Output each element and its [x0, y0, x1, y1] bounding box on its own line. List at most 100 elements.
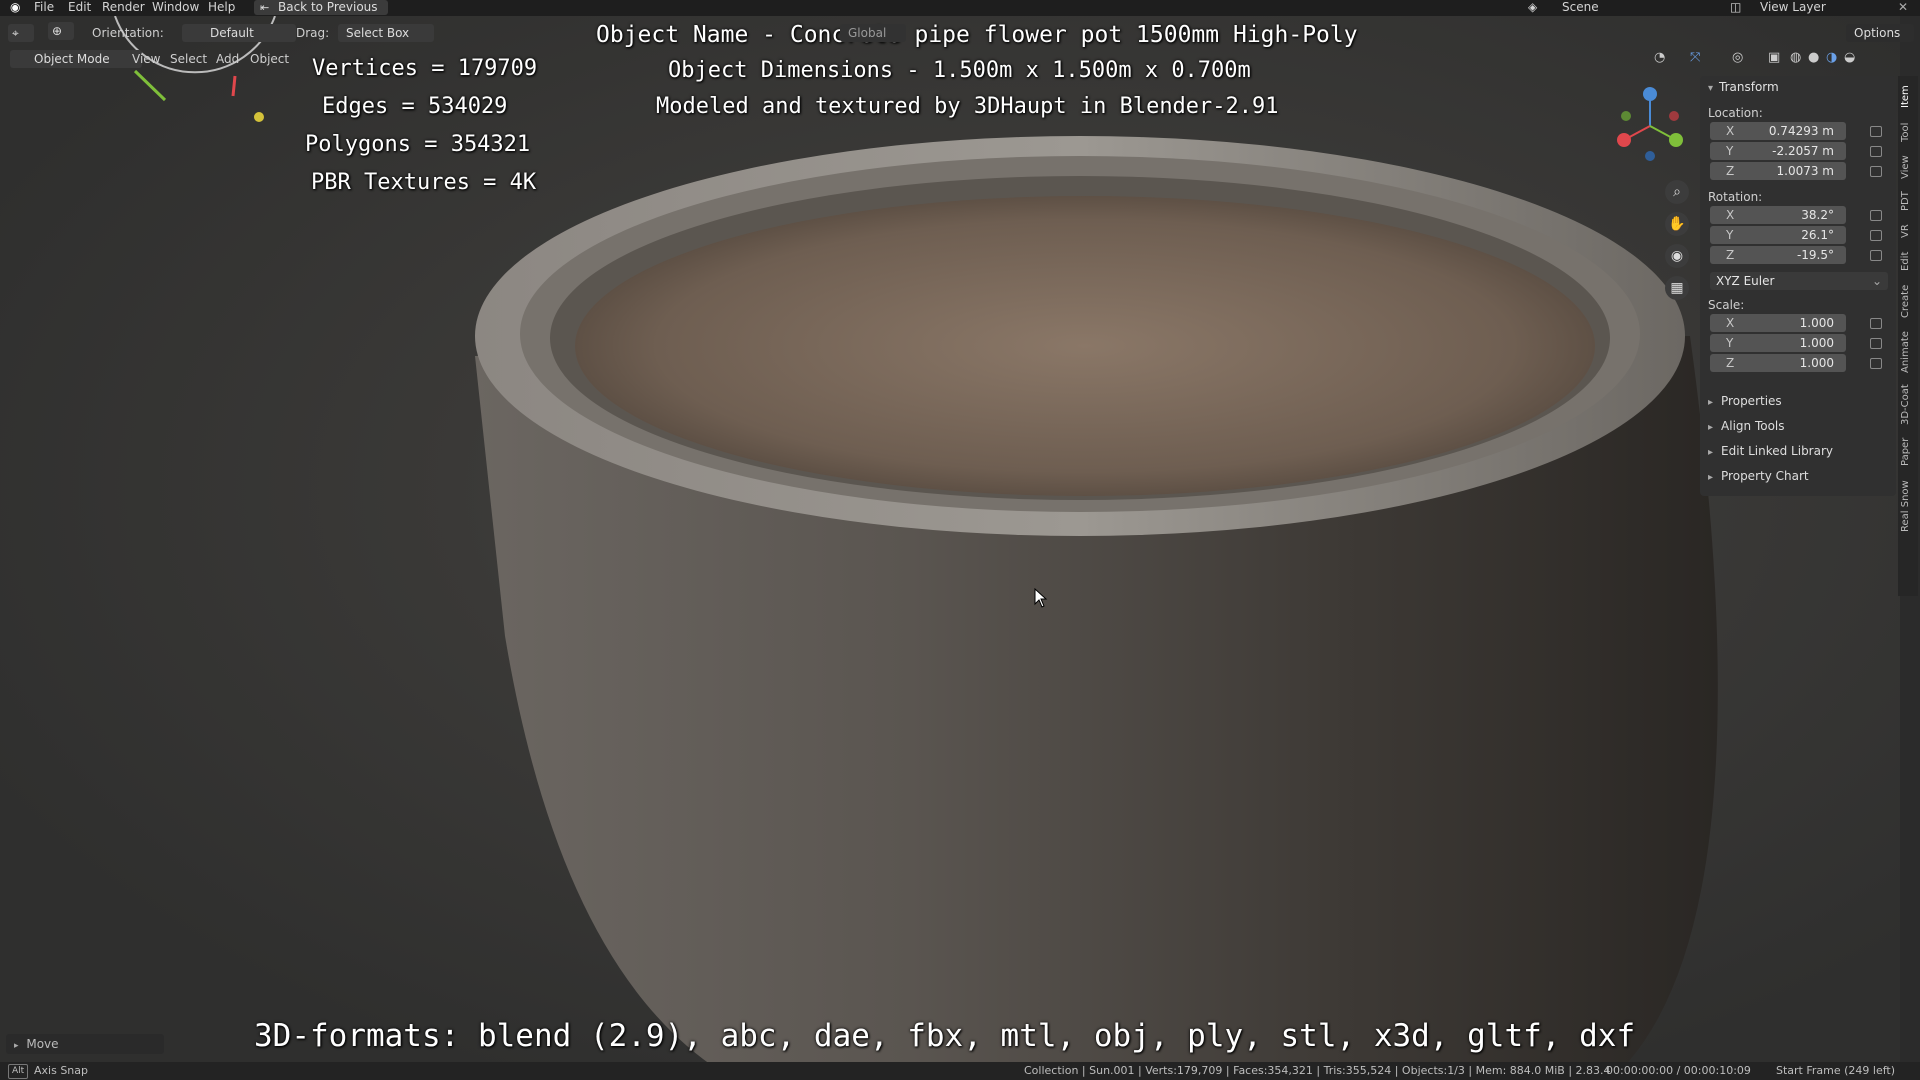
lock-icon[interactable] — [1870, 358, 1882, 369]
chevron-down-icon: ⌄ — [1871, 274, 1882, 288]
rendered-shading-icon[interactable]: ◒ — [1844, 50, 1855, 65]
lock-icon[interactable] — [1870, 210, 1882, 221]
transform-pivot-icon[interactable]: ⊕ — [48, 22, 74, 40]
wireframe-shading-icon[interactable]: ◍ — [1790, 50, 1801, 65]
tab-vr[interactable]: VR — [1900, 220, 1916, 242]
axis-label: Y — [1726, 228, 1734, 242]
axis-label: Z — [1726, 248, 1735, 262]
view-layer-selector[interactable]: View Layer — [1760, 0, 1826, 15]
view-object-types-icon[interactable]: ◔ — [1654, 50, 1665, 65]
zoom-icon[interactable]: ⌕ — [1665, 180, 1689, 204]
scale-z-value: 1.000 — [1799, 356, 1834, 370]
rotation-x-value: 38.2° — [1801, 208, 1834, 222]
rotation-z-value: -19.5° — [1796, 248, 1834, 262]
alt-key-icon: Alt — [8, 1064, 29, 1079]
xray-icon[interactable]: ▣ — [1768, 50, 1780, 65]
gizmo-toggle-icon[interactable]: ⤧ — [1690, 50, 1700, 65]
tab-paper[interactable]: Paper — [1900, 434, 1916, 470]
sidebar-n-panel: ▾ Transform Location: X 0.74293 m Y -2.2057… — [1700, 76, 1896, 496]
textures-stat: PBR Textures = 4K — [311, 170, 537, 195]
3d-viewport[interactable]: Object Name - Concrete pipe flower pot 1… — [0, 16, 1900, 1071]
select-menu[interactable]: Select — [170, 50, 207, 68]
location-y-value: -2.2057 m — [1772, 144, 1834, 158]
operator-panel[interactable]: ▸ Move — [6, 1034, 164, 1054]
properties-section[interactable]: Properties — [1708, 394, 1782, 408]
view-layer-icon[interactable]: ◫ — [1730, 0, 1741, 15]
lock-icon[interactable] — [1870, 166, 1882, 177]
scale-y-field[interactable]: Y 1.000 — [1710, 334, 1846, 352]
tab-animate[interactable]: Animate — [1900, 328, 1916, 376]
rotation-y-field[interactable]: Y 26.1° — [1710, 226, 1846, 244]
mode-dropdown[interactable]: Object Mode — [10, 50, 142, 68]
solid-shading-icon[interactable]: ● — [1808, 50, 1819, 65]
tab-real-snow[interactable]: Real Snow — [1900, 476, 1916, 536]
align-tools-section[interactable]: Align Tools — [1708, 419, 1784, 433]
drag-dropdown[interactable]: Select Box — [338, 24, 434, 42]
axis-label: Y — [1726, 144, 1734, 158]
polygons-stat: Polygons = 354321 — [305, 132, 531, 157]
menu-render[interactable]: Render — [102, 0, 145, 15]
edit-linked-library-section[interactable]: Edit Linked Library — [1708, 444, 1833, 458]
lock-icon[interactable] — [1870, 250, 1882, 261]
axis-label: X — [1726, 208, 1735, 222]
axis-label: X — [1726, 316, 1735, 330]
camera-icon[interactable]: ◉ — [1665, 244, 1689, 268]
editor-type-icon[interactable]: ⌖ — [8, 24, 34, 42]
lock-icon[interactable] — [1870, 126, 1882, 137]
tab-tool[interactable]: Tool — [1900, 118, 1916, 146]
tab-3d-coat[interactable]: 3D-Coat — [1900, 382, 1916, 428]
tab-view[interactable]: View — [1900, 152, 1916, 182]
pot-render — [475, 136, 1718, 1071]
add-menu[interactable]: Add — [216, 50, 239, 68]
scene-selector[interactable]: Scene — [1562, 0, 1599, 15]
scene-icon[interactable]: ◈ — [1528, 0, 1537, 15]
shading-controls: ◔ ⤧ ◎ ▣ ◍ ● ◑ ◒ — [1650, 50, 1890, 70]
collapse-arrow-icon: ▸ — [14, 1041, 19, 1051]
back-to-previous-button[interactable]: ⇤ Back to Previous — [254, 0, 388, 15]
z-axis-icon[interactable] — [1643, 87, 1657, 101]
location-x-value: 0.74293 m — [1768, 124, 1834, 138]
rotation-z-field[interactable]: Z -19.5° — [1710, 246, 1846, 264]
material-shading-icon[interactable]: ◑ — [1826, 50, 1837, 65]
operator-label: Move — [26, 1037, 59, 1051]
expand-arrow-icon: ▾ — [1708, 83, 1714, 94]
tab-create[interactable]: Create — [1900, 280, 1916, 322]
overlays-icon[interactable]: ◎ — [1732, 50, 1743, 65]
lock-icon[interactable] — [1870, 318, 1882, 329]
transform-space-value: Global — [848, 26, 887, 40]
pan-hand-icon[interactable]: ✋ — [1665, 212, 1689, 236]
grid-view-icon[interactable]: ▦ — [1665, 276, 1689, 300]
object-menu[interactable]: Object — [250, 50, 289, 68]
menu-file[interactable]: File — [34, 0, 54, 15]
axis-label: Z — [1726, 164, 1735, 178]
rotation-mode-dropdown[interactable]: XYZ Euler ⌄ — [1710, 272, 1888, 290]
lock-icon[interactable] — [1870, 338, 1882, 349]
tab-edit[interactable]: Edit — [1900, 248, 1916, 274]
scale-x-field[interactable]: X 1.000 — [1710, 314, 1846, 332]
transform-space-dropdown[interactable]: Global — [840, 24, 906, 42]
menu-help[interactable]: Help — [208, 0, 235, 15]
location-x-field[interactable]: X 0.74293 m — [1710, 122, 1846, 140]
navigation-gizmo[interactable] — [1610, 86, 1690, 166]
property-chart-section[interactable]: Property Chart — [1708, 469, 1809, 483]
orientation-value: Default — [210, 26, 254, 40]
blender-logo-icon[interactable]: ◉ — [10, 0, 20, 15]
lock-icon[interactable] — [1870, 146, 1882, 157]
rotation-x-field[interactable]: X 38.2° — [1710, 206, 1846, 224]
menu-edit[interactable]: Edit — [68, 0, 91, 15]
location-y-field[interactable]: Y -2.2057 m — [1710, 142, 1846, 160]
x-axis-icon[interactable] — [1617, 133, 1631, 147]
status-hint: Axis Snap — [34, 1064, 88, 1077]
options-dropdown[interactable]: Options — [1846, 24, 1914, 42]
view-menu[interactable]: View — [132, 50, 160, 68]
menu-window[interactable]: Window — [152, 0, 199, 15]
lock-icon[interactable] — [1870, 230, 1882, 241]
tab-pdt[interactable]: PDT — [1900, 188, 1916, 214]
orientation-dropdown[interactable]: Default — [182, 24, 296, 42]
location-z-field[interactable]: Z 1.0073 m — [1710, 162, 1846, 180]
tab-item[interactable]: Item — [1900, 82, 1916, 112]
scale-z-field[interactable]: Z 1.000 — [1710, 354, 1846, 372]
transform-panel-header[interactable]: ▾ Transform — [1708, 80, 1779, 94]
y-axis-icon[interactable] — [1669, 133, 1683, 147]
close-icon[interactable]: ✕ — [1898, 0, 1908, 15]
